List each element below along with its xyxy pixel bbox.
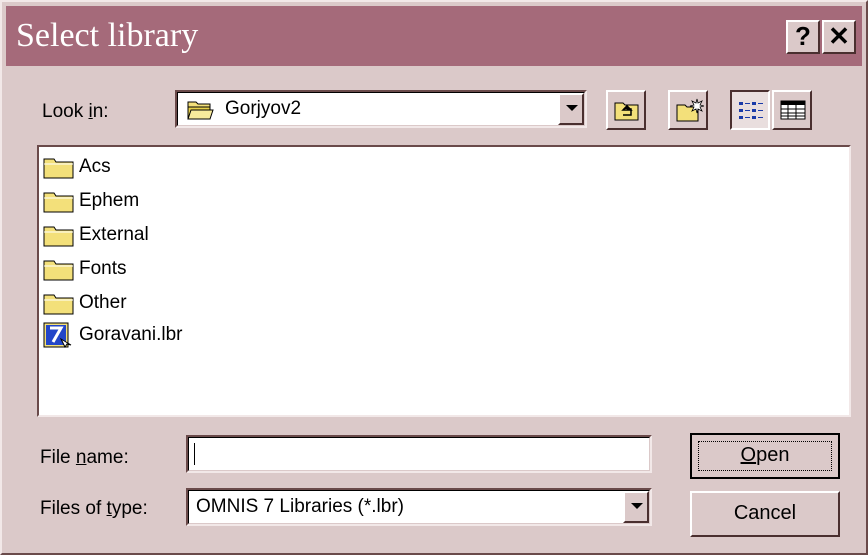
details-view-button[interactable] bbox=[772, 90, 812, 130]
file-type-label: Files of type: bbox=[40, 498, 148, 519]
file-name-field[interactable] bbox=[186, 435, 652, 473]
details-view-icon bbox=[780, 99, 806, 126]
text-cursor bbox=[194, 443, 195, 465]
dialog-title: Select library bbox=[16, 17, 199, 54]
help-button[interactable]: ? bbox=[786, 20, 820, 54]
create-new-folder-button[interactable] bbox=[668, 90, 708, 130]
up-one-level-button[interactable] bbox=[606, 90, 646, 130]
look-in-combo[interactable]: Gorjyov2 bbox=[175, 90, 587, 128]
folder-icon bbox=[43, 259, 75, 292]
list-item-label: Fonts bbox=[79, 258, 127, 279]
title-bar[interactable]: Select library ? ✕ bbox=[6, 6, 862, 66]
open-folder-icon bbox=[187, 99, 215, 126]
folder-icon bbox=[43, 157, 75, 190]
file-name-label: File name: bbox=[40, 447, 129, 468]
list-view-icon bbox=[738, 99, 764, 126]
list-item-label: Acs bbox=[79, 156, 111, 177]
open-button[interactable]: Open bbox=[690, 433, 840, 479]
folder-icon bbox=[43, 225, 75, 258]
list-item-label: Ephem bbox=[79, 190, 140, 211]
file-type-value: OMNIS 7 Libraries (*.lbr) bbox=[196, 496, 404, 517]
list-item-label: Other bbox=[79, 292, 127, 313]
look-in-value: Gorjyov2 bbox=[225, 98, 302, 119]
list-item-label: Goravani.lbr bbox=[79, 324, 183, 345]
folder-icon bbox=[43, 191, 75, 224]
list-view-button[interactable] bbox=[730, 90, 770, 130]
new-folder-icon bbox=[676, 98, 705, 127]
look-in-label: Look in: bbox=[42, 101, 109, 122]
list-item-label: External bbox=[79, 224, 149, 245]
cancel-button[interactable]: Cancel bbox=[690, 491, 840, 537]
file-list[interactable]: Acs Ephem External Fonts Other Goravani.… bbox=[37, 145, 851, 417]
look-in-dropdown-button[interactable] bbox=[558, 93, 584, 125]
file-type-dropdown-button[interactable] bbox=[623, 491, 649, 523]
close-button[interactable]: ✕ bbox=[822, 20, 856, 54]
omnis-library-icon bbox=[43, 322, 73, 361]
select-library-dialog: Select library ? ✕ Look in: Gorjyov2 Acs… bbox=[0, 0, 868, 555]
file-type-select[interactable]: OMNIS 7 Libraries (*.lbr) bbox=[186, 488, 652, 526]
up-folder-icon bbox=[614, 99, 640, 126]
